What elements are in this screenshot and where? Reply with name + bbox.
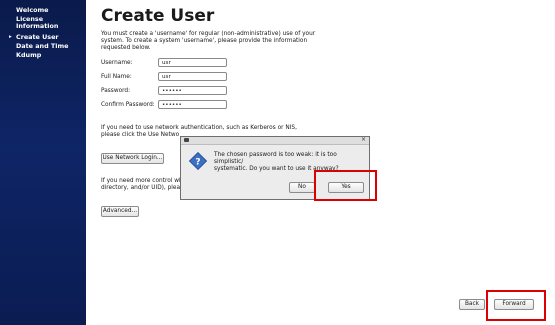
advanced-text: If you need more control wh directory, a…	[101, 178, 183, 192]
advanced-line: If you need more control wh	[101, 178, 183, 184]
sidebar-item-label: Kdump	[16, 51, 42, 59]
confirm-password-label: Confirm Password:	[101, 102, 155, 108]
intro-line: system. To create a system 'username', p…	[101, 38, 308, 44]
intro-text: You must create a 'username' for regular…	[101, 31, 341, 52]
use-network-login-button[interactable]: Use Network Login...	[101, 153, 164, 164]
sidebar-item-label: Welcome	[16, 6, 49, 14]
yes-button-highlight	[314, 170, 377, 201]
username-label: Username:	[101, 60, 133, 66]
sidebar-item-label: Create User	[16, 33, 59, 41]
close-icon[interactable]: ×	[361, 136, 366, 143]
dialog-titlebar: ×	[181, 136, 369, 145]
full-name-label: Full Name:	[101, 74, 132, 80]
question-icon: ?	[189, 152, 207, 170]
svg-text:?: ?	[195, 157, 200, 167]
sidebar-item-information: Information	[16, 23, 58, 30]
sidebar: Welcome License Information ▸ Create Use…	[0, 0, 86, 325]
advanced-button[interactable]: Advanced...	[101, 206, 139, 217]
password-field[interactable]: ••••••	[158, 86, 227, 95]
intro-line: requested below.	[101, 45, 151, 51]
intro-line: You must create a 'username' for regular…	[101, 31, 316, 37]
no-button[interactable]: No	[289, 182, 315, 193]
sidebar-item-date-and-time: Date and Time	[16, 43, 68, 50]
sidebar-item-label: Information	[16, 22, 59, 30]
active-arrow-icon: ▸	[9, 34, 12, 40]
advanced-line: directory, and/or UID), pleas	[101, 185, 184, 191]
sidebar-item-label: Date and Time	[16, 42, 69, 50]
app-icon	[184, 138, 189, 142]
dialog-message-line: The chosen password is too weak: it is t…	[214, 152, 337, 165]
forward-button-highlight	[486, 290, 546, 321]
password-label: Password:	[101, 88, 131, 94]
network-auth-line: If you need to use network authenticatio…	[101, 125, 297, 131]
page-title: Create User	[101, 6, 215, 26]
sidebar-item-kdump: Kdump	[16, 52, 41, 59]
full-name-field[interactable]: usr	[158, 72, 227, 81]
sidebar-item-welcome: Welcome	[16, 7, 49, 14]
back-button[interactable]: Back	[459, 299, 485, 310]
confirm-password-field[interactable]: ••••••	[158, 100, 227, 109]
sidebar-item-create-user: ▸ Create User	[9, 33, 59, 41]
username-field[interactable]: usr	[158, 58, 227, 67]
